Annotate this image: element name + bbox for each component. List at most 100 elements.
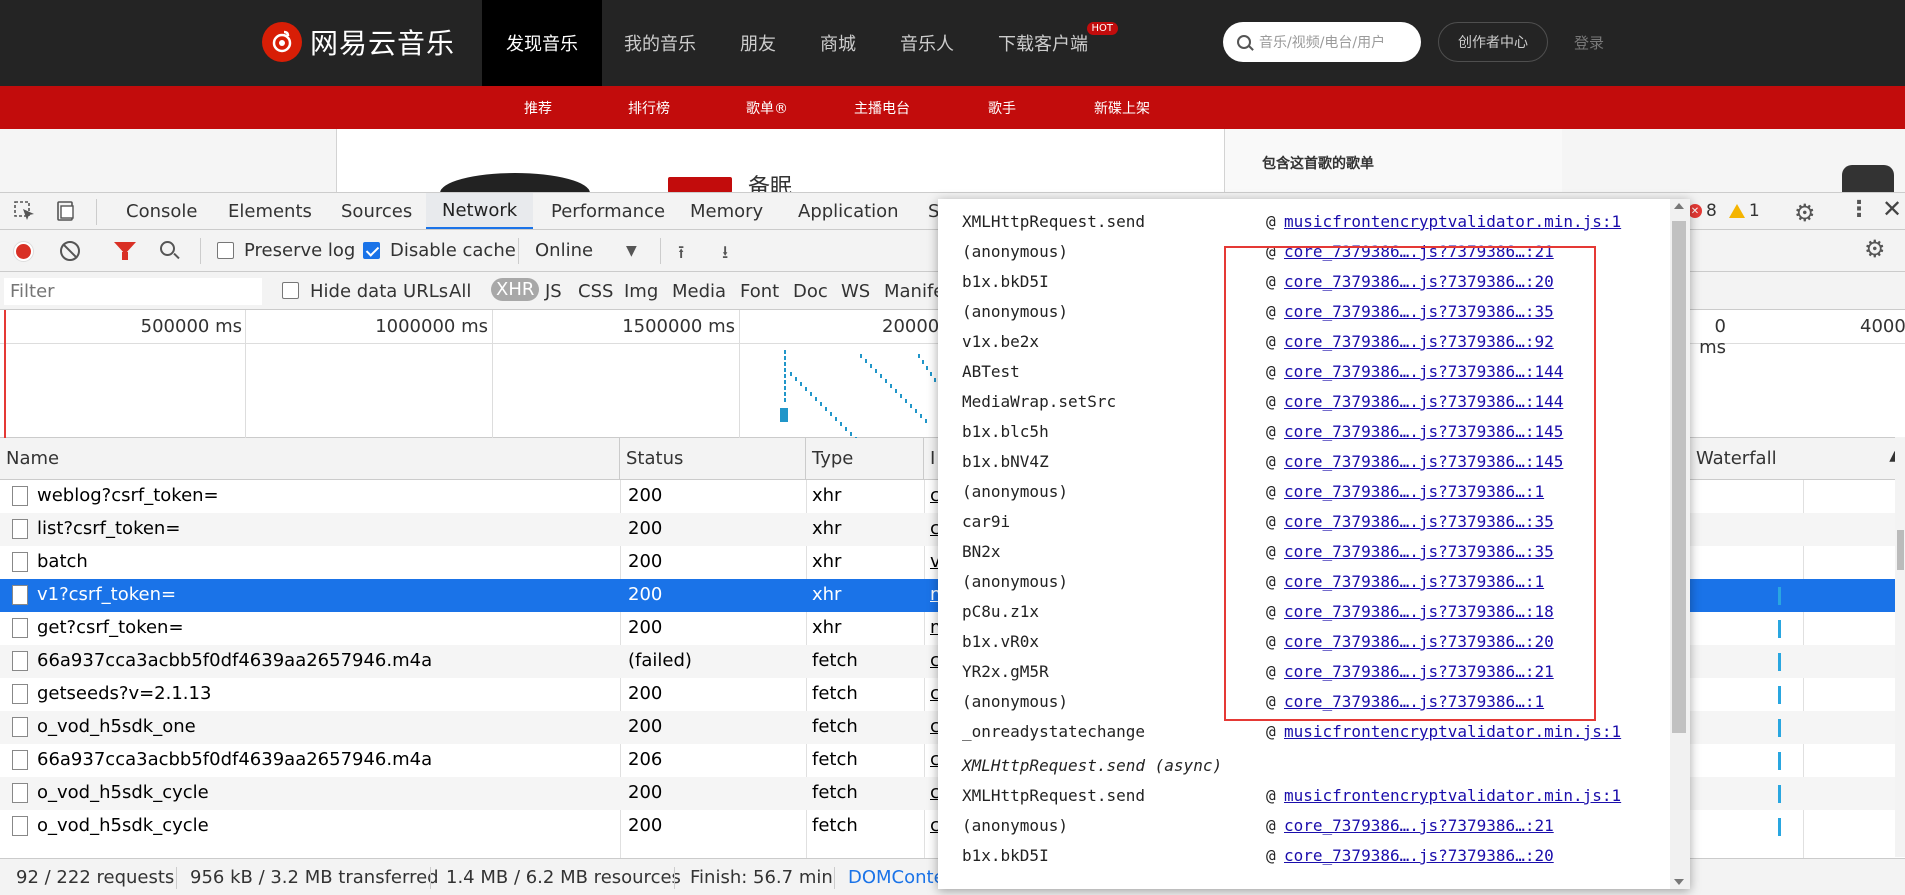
source-link[interactable]: core_7379386….js?7379386…:21 [1284,816,1554,835]
tab-performance[interactable]: Performance [551,193,665,229]
source-link[interactable]: core_7379386….js?7379386…:1 [1284,572,1544,591]
source-link[interactable]: core_7379386….js?7379386…:1 [1284,482,1544,501]
source-link[interactable]: core_7379386….js?7379386…:20 [1284,272,1554,291]
top-nav: 发现音乐 我的音乐 朋友 商城 音乐人 下载客户端 HOT [482,0,1118,86]
source-link[interactable]: core_7379386….js?7379386…:92 [1284,332,1554,351]
col-waterfall[interactable]: Waterfall ▲ [1690,438,1905,480]
request-mark [800,382,802,386]
source-link[interactable]: core_7379386….js?7379386…:18 [1284,602,1554,621]
chevron-down-icon[interactable]: ▼ [626,243,637,259]
nav-friends[interactable]: 朋友 [718,0,798,86]
nav-musician[interactable]: 音乐人 [878,0,976,86]
cell-type: xhr [812,617,842,638]
divider [96,199,97,225]
at-sign: @ [1266,272,1276,291]
request-mark [920,414,922,418]
filter-type-media[interactable]: Media [672,281,726,302]
function-name: XMLHttpRequest.send [962,212,1146,231]
col-name[interactable]: Name [0,438,620,480]
settings-gear-icon[interactable]: ⚙ [1794,199,1816,227]
document-icon [12,552,28,572]
nav-download-client[interactable]: 下载客户端 HOT [976,0,1118,86]
export-har-icon[interactable]: ⭳ [722,240,728,270]
filter-type-doc[interactable]: Doc [793,281,828,302]
close-icon[interactable]: ✕ [1882,195,1902,223]
device-toolbar-icon[interactable] [56,201,78,221]
site-search-input[interactable]: 音乐/视频/电台/用户 [1223,22,1421,62]
scroll-up-icon[interactable] [1674,203,1684,209]
function-name: b1x.bkD5I [962,272,1049,291]
source-link[interactable]: musicfrontencryptvalidator.min.js:1 [1284,722,1621,741]
source-link[interactable]: core_7379386….js?7379386…:21 [1284,662,1554,681]
nav-store[interactable]: 商城 [798,0,878,86]
tab-application[interactable]: Application [798,193,899,229]
subnav-playlists[interactable]: 歌单® [746,98,788,118]
source-link[interactable]: core_7379386….js?7379386…:35 [1284,542,1554,561]
disable-cache-checkbox[interactable] [363,242,380,259]
creator-center-button[interactable]: 创作者中心 [1438,22,1548,62]
subnav-radio[interactable]: 主播电台 [854,98,910,118]
source-link[interactable]: core_7379386….js?7379386…:20 [1284,846,1554,865]
nav-my-music[interactable]: 我的音乐 [602,0,718,86]
inspect-element-icon[interactable] [14,201,36,221]
filter-type-manifest[interactable]: Manife [884,281,944,302]
filter-icon[interactable] [114,242,136,260]
more-options-icon[interactable]: ⋮ [1848,197,1870,222]
source-link[interactable]: core_7379386….js?7379386…:145 [1284,452,1563,471]
request-mark [840,422,842,426]
login-link[interactable]: 登录 [1574,32,1604,53]
filter-type-img[interactable]: Img [624,281,658,302]
search-icon[interactable] [160,241,175,256]
divider [518,238,519,264]
subnav-recommend[interactable]: 推荐 [524,98,552,118]
filter-type-css[interactable]: CSS [578,281,613,302]
logo-text: 网易云音乐 [310,27,456,60]
request-mark [905,399,907,403]
netease-logo-icon [262,22,302,62]
hide-data-urls-checkbox[interactable] [282,282,299,299]
source-link[interactable]: core_7379386….js?7379386…:35 [1284,512,1554,531]
popover-scrollbar-thumb[interactable] [1672,221,1686,733]
scroll-down-icon[interactable] [1674,879,1684,885]
col-status[interactable]: Status [620,438,806,480]
filter-type-ws[interactable]: WS [841,281,870,302]
source-link[interactable]: core_7379386….js?7379386…:144 [1284,362,1563,381]
table-scrollbar-thumb[interactable] [1897,530,1904,570]
nav-discover[interactable]: 发现音乐 [482,0,602,86]
tab-memory[interactable]: Memory [690,193,763,229]
filter-type-all[interactable]: All [449,281,471,302]
tick-label: 4000 [1860,316,1905,337]
filter-input[interactable] [4,278,262,305]
waterfall-bar [1778,719,1781,737]
cell-type: fetch [812,815,858,836]
clear-icon[interactable] [60,241,80,261]
source-link[interactable]: musicfrontencryptvalidator.min.js:1 [1284,212,1621,231]
request-mark [805,387,807,391]
tab-console[interactable]: Console [126,193,197,229]
col-type[interactable]: Type [806,438,924,480]
source-link[interactable]: musicfrontencryptvalidator.min.js:1 [1284,786,1621,805]
filter-type-js[interactable]: JS [545,281,562,302]
tab-network[interactable]: Network [426,193,534,229]
subnav-charts[interactable]: 排行榜 [628,98,670,118]
tab-elements[interactable]: Elements [228,193,312,229]
network-settings-gear-icon[interactable]: ⚙ [1864,235,1886,263]
preserve-log-checkbox[interactable] [217,242,234,259]
throttle-select[interactable]: Online [535,240,593,261]
source-link[interactable]: core_7379386….js?7379386…:1 [1284,692,1544,711]
source-link[interactable]: core_7379386….js?7379386…:35 [1284,302,1554,321]
source-link[interactable]: core_7379386….js?7379386…:20 [1284,632,1554,651]
filter-type-font[interactable]: Font [740,281,779,302]
filter-type-xhr[interactable]: XHR [491,278,540,301]
source-link[interactable]: core_7379386….js?7379386…:144 [1284,392,1563,411]
subnav-artists[interactable]: 歌手 [988,98,1016,118]
record-icon[interactable] [13,241,34,262]
issue-counter[interactable]: ✕ 8 1 [1688,201,1760,221]
tab-sources[interactable]: Sources [341,193,412,229]
source-link[interactable]: core_7379386….js?7379386…:145 [1284,422,1563,441]
subnav-new-albums[interactable]: 新碟上架 [1094,98,1150,118]
site-logo[interactable]: 网易云音乐 [262,22,455,62]
source-link[interactable]: core_7379386….js?7379386…:21 [1284,242,1554,261]
import-har-icon[interactable]: ⭱ [678,240,684,270]
table-scrollbar[interactable] [1895,437,1905,857]
